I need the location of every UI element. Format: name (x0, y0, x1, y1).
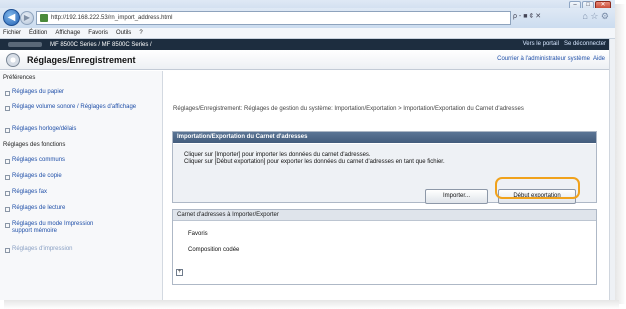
list-item-coded-dial: Composition codée (188, 247, 240, 253)
sidebar-heading-preferences: Préférences (3, 75, 36, 81)
sidebar-item-common[interactable]: Réglages communs (5, 157, 157, 164)
sidebar-item-volume-display[interactable]: Réglage volume sonore / Réglages d'affic… (5, 104, 157, 111)
header-links: Courrier à l'administrateur système Aide (497, 56, 605, 62)
sidebar-item-print[interactable]: Réglages d'impression (5, 246, 157, 253)
help-link[interactable]: Aide (593, 56, 605, 62)
settings-icon (6, 53, 20, 67)
page-title: Réglages/Enregistrement (27, 55, 136, 65)
menu-tools[interactable]: Outils (116, 30, 131, 36)
address-bar[interactable]: http://192.168.222.53/rn_import_address.… (36, 11, 511, 25)
highlight-ring (495, 177, 580, 199)
address-book-title: Carnet d'adresses à Importer/Exporter (173, 210, 596, 221)
device-model: MF 8500C Series / MF 8500C Series / (50, 41, 152, 48)
app-header: Réglages/Enregistrement Courrier à l'adm… (0, 50, 609, 70)
breadcrumb: Réglages/Enregistrement: Réglages de ges… (173, 106, 524, 112)
window-shadow-right (615, 4, 626, 304)
browser-window: – □ ✕ ◀ ▶ http://192.168.222.53/rn_impor… (0, 0, 615, 300)
list-item-favorites: Favoris (188, 231, 208, 237)
device-bar: MF 8500C Series / MF 8500C Series / Vers… (0, 39, 609, 50)
address-book-panel: Carnet d'adresses à Importer/Exporter Fa… (172, 209, 597, 285)
navigation-bar: ◀ ▶ http://192.168.222.53/rn_import_addr… (0, 8, 615, 28)
menu-favorites[interactable]: Favoris (88, 30, 108, 36)
admin-mail-link[interactable]: Courrier à l'administrateur système (497, 56, 590, 62)
portal-link[interactable]: Vers le portail (523, 41, 559, 47)
menu-file[interactable]: Fichier (3, 30, 21, 36)
description-export: Cliquer sur [Début exportation] pour exp… (184, 159, 445, 165)
menu-help[interactable]: ? (139, 30, 142, 36)
site-icon (40, 14, 48, 22)
browser-icons[interactable]: ⌂ ☆ ⚙ (582, 11, 609, 22)
address-tools[interactable]: ρ - ■ ¢ ✕ (513, 12, 541, 20)
back-icon[interactable]: ◀ (3, 9, 20, 26)
menu-bar: Fichier Édition Affichage Favoris Outils… (0, 28, 615, 39)
panel-title: Importation/Exportation du Carnet d'adre… (173, 132, 596, 143)
window-shadow-bottom (4, 300, 619, 309)
expand-icon[interactable]: + (176, 269, 183, 276)
address-url: http://192.168.222.53/rn_import_address.… (51, 15, 173, 21)
sidebar-item-clock[interactable]: Réglages horloge/délais (5, 126, 157, 133)
menu-edit[interactable]: Édition (29, 30, 47, 36)
sidebar-item-scan[interactable]: Réglages de lecture (5, 205, 157, 212)
sidebar-item-fax[interactable]: Réglages fax (5, 189, 157, 196)
panel-description: Cliquer sur [Importer] pour importer les… (184, 152, 445, 166)
forward-icon[interactable]: ▶ (20, 11, 34, 25)
sidebar-item-paper[interactable]: Réglages du papier (5, 89, 157, 96)
menu-view[interactable]: Affichage (55, 30, 80, 36)
logout-link[interactable]: Se déconnecter (564, 41, 606, 47)
device-links: Vers le portail Se déconnecter (523, 41, 606, 47)
sidebar-heading-functions: Réglages des fonctions (3, 142, 66, 148)
import-button[interactable]: Importer... (425, 189, 488, 204)
sidebar: Préférences Réglages du papier Réglage v… (0, 71, 163, 300)
sidebar-item-copy[interactable]: Réglages de copie (5, 173, 157, 180)
sidebar-item-memory-print[interactable]: Réglages du mode Impression support mémo… (5, 221, 102, 235)
device-name-obscured (8, 42, 42, 47)
description-import: Cliquer sur [Importer] pour importer les… (184, 152, 371, 158)
